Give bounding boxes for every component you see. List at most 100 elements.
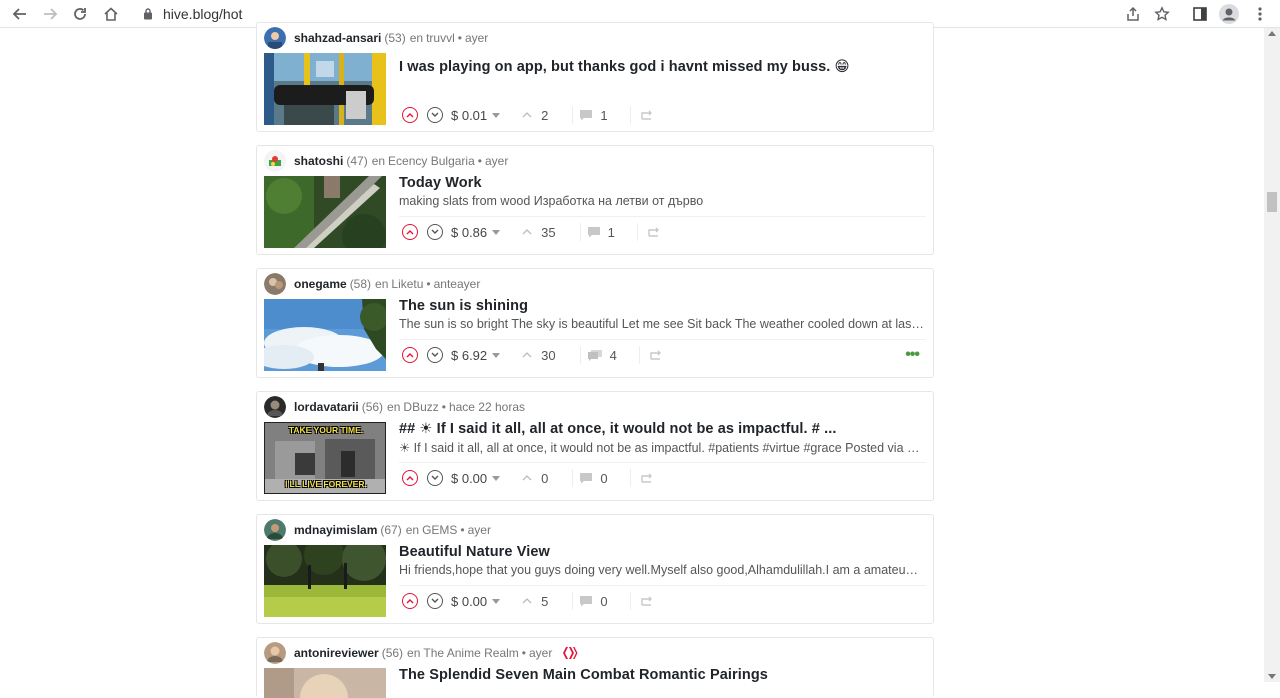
author-avatar[interactable]	[264, 27, 286, 49]
author-name[interactable]: shatoshi	[294, 154, 343, 168]
post-title[interactable]: The sun is shining	[399, 298, 925, 314]
post-time[interactable]: ayer	[468, 523, 491, 537]
author-avatar[interactable]	[264, 150, 286, 172]
reload-icon[interactable]	[70, 4, 90, 24]
profile-avatar-icon[interactable]	[1219, 4, 1239, 24]
comment-count[interactable]: 4	[587, 348, 617, 363]
upvote-button[interactable]	[402, 593, 418, 609]
comment-count[interactable]: 1	[579, 107, 608, 123]
author-avatar[interactable]	[264, 396, 286, 418]
share-icon[interactable]	[1123, 4, 1143, 24]
community-link[interactable]: DBuzz	[403, 400, 438, 414]
post-thumbnail[interactable]	[264, 176, 386, 248]
community-prefix: en	[375, 277, 389, 291]
payout-dropdown[interactable]: $ 6.92	[451, 348, 501, 363]
upvote-button[interactable]	[402, 470, 418, 486]
post-summary[interactable]: Hi friends,hope that you guys doing very…	[399, 563, 926, 577]
post-title[interactable]: The Splendid Seven Main Combat Romantic …	[399, 667, 925, 683]
payout-dropdown[interactable]: $ 0.01	[451, 108, 501, 123]
post-actions: $ 0.01 2 1	[402, 105, 654, 125]
reblog-button[interactable]	[649, 349, 663, 361]
post-summary[interactable]: ☀ If I said it all, all at once, it woul…	[399, 440, 926, 455]
comment-count[interactable]: 0	[579, 594, 608, 609]
author-name[interactable]: lordavatarii	[294, 400, 359, 414]
post-time[interactable]: ayer	[529, 646, 552, 660]
comment-count[interactable]: 1	[587, 225, 615, 240]
post-thumbnail[interactable]	[264, 299, 386, 371]
post-title[interactable]: I was playing on app, but thanks god i h…	[399, 59, 925, 75]
post-card: shahzad-ansari (53) en truvvl • ayer I w…	[256, 22, 934, 132]
reblog-button[interactable]	[640, 109, 654, 121]
community-prefix: en	[407, 646, 421, 660]
post-title[interactable]: Beautiful Nature View	[399, 544, 925, 560]
downvote-button[interactable]	[427, 470, 443, 486]
post-time[interactable]: hace 22 horas	[449, 400, 525, 414]
post-thumbnail[interactable]	[264, 545, 386, 617]
more-options-icon[interactable]: •••	[905, 346, 920, 364]
comment-count[interactable]: 0	[579, 471, 608, 486]
scroll-down-arrow-icon[interactable]	[1268, 674, 1276, 679]
payout-dropdown[interactable]: $ 0.86	[451, 225, 501, 240]
downvote-button[interactable]	[427, 107, 443, 123]
divider	[399, 585, 926, 586]
side-panel-icon[interactable]	[1190, 4, 1210, 24]
separator-dot: •	[521, 646, 526, 660]
post-thumbnail[interactable]: TAKE YOUR TIME. I'LL LIVE FOREVER.	[264, 422, 386, 494]
lock-icon[interactable]	[143, 7, 153, 25]
author-reputation: (58)	[349, 277, 372, 291]
author-avatar[interactable]	[264, 273, 286, 295]
post-time[interactable]: ayer	[465, 31, 488, 45]
community-link[interactable]: The Anime Realm	[423, 646, 518, 660]
post-time[interactable]: anteayer	[434, 277, 481, 291]
vote-count[interactable]: 2	[522, 108, 548, 123]
scroll-up-arrow-icon[interactable]	[1268, 31, 1276, 36]
author-avatar[interactable]	[264, 642, 286, 664]
separator-dot: •	[457, 31, 462, 45]
downvote-button[interactable]	[427, 224, 443, 240]
author-name[interactable]: mdnayimislam	[294, 523, 377, 537]
post-thumbnail[interactable]	[264, 668, 386, 698]
downvote-button[interactable]	[427, 593, 443, 609]
payout-dropdown[interactable]: $ 0.00	[451, 471, 501, 486]
post-title[interactable]: Today Work	[399, 175, 925, 191]
address-bar[interactable]: hive.blog/hot	[163, 6, 242, 22]
post-summary[interactable]: The sun is so bright The sky is beautifu…	[399, 317, 926, 331]
upvote-button[interactable]	[402, 107, 418, 123]
separator-dot: •	[477, 154, 482, 168]
post-thumbnail[interactable]	[264, 53, 386, 125]
post-summary[interactable]: making slats from wood Изработка на летв…	[399, 194, 926, 208]
back-icon[interactable]	[10, 4, 30, 24]
vote-count[interactable]: 35	[522, 225, 556, 240]
vote-count[interactable]: 30	[522, 348, 556, 363]
community-link[interactable]: GEMS	[422, 523, 457, 537]
author-name[interactable]: shahzad-ansari	[294, 31, 381, 45]
bookmark-star-icon[interactable]	[1152, 4, 1172, 24]
forward-icon[interactable]	[40, 4, 60, 24]
page-scrollbar[interactable]	[1264, 28, 1280, 682]
author-name[interactable]: antonireviewer	[294, 646, 379, 660]
post-card: shatoshi (47) en Ecency Bulgaria • ayer …	[256, 145, 934, 255]
author-avatar[interactable]	[264, 519, 286, 541]
upvote-button[interactable]	[402, 347, 418, 363]
home-icon[interactable]	[101, 4, 121, 24]
community-link[interactable]: Liketu	[391, 277, 423, 291]
browser-menu-icon[interactable]	[1250, 4, 1270, 24]
downvote-button[interactable]	[427, 347, 443, 363]
community-link[interactable]: Ecency Bulgaria	[388, 154, 475, 168]
payout-value: $ 0.00	[451, 593, 488, 609]
reblog-button[interactable]	[640, 595, 654, 607]
scrollbar-thumb[interactable]	[1267, 192, 1277, 212]
post-title[interactable]: ## ☀ If I said it all, all at once, it w…	[399, 421, 925, 437]
vote-count[interactable]: 5	[522, 594, 548, 609]
post-time[interactable]: ayer	[485, 154, 508, 168]
vote-count[interactable]: 0	[522, 471, 548, 486]
reblog-button[interactable]	[640, 472, 654, 484]
chevron-up-icon	[522, 598, 532, 604]
payout-dropdown[interactable]: $ 0.00	[451, 593, 501, 609]
community-link[interactable]: truvvl	[426, 31, 455, 45]
upvote-button[interactable]	[402, 224, 418, 240]
comment-count-value: 1	[600, 107, 608, 123]
author-name[interactable]: onegame	[294, 277, 347, 291]
divider	[629, 469, 631, 487]
reblog-button[interactable]	[647, 226, 661, 238]
